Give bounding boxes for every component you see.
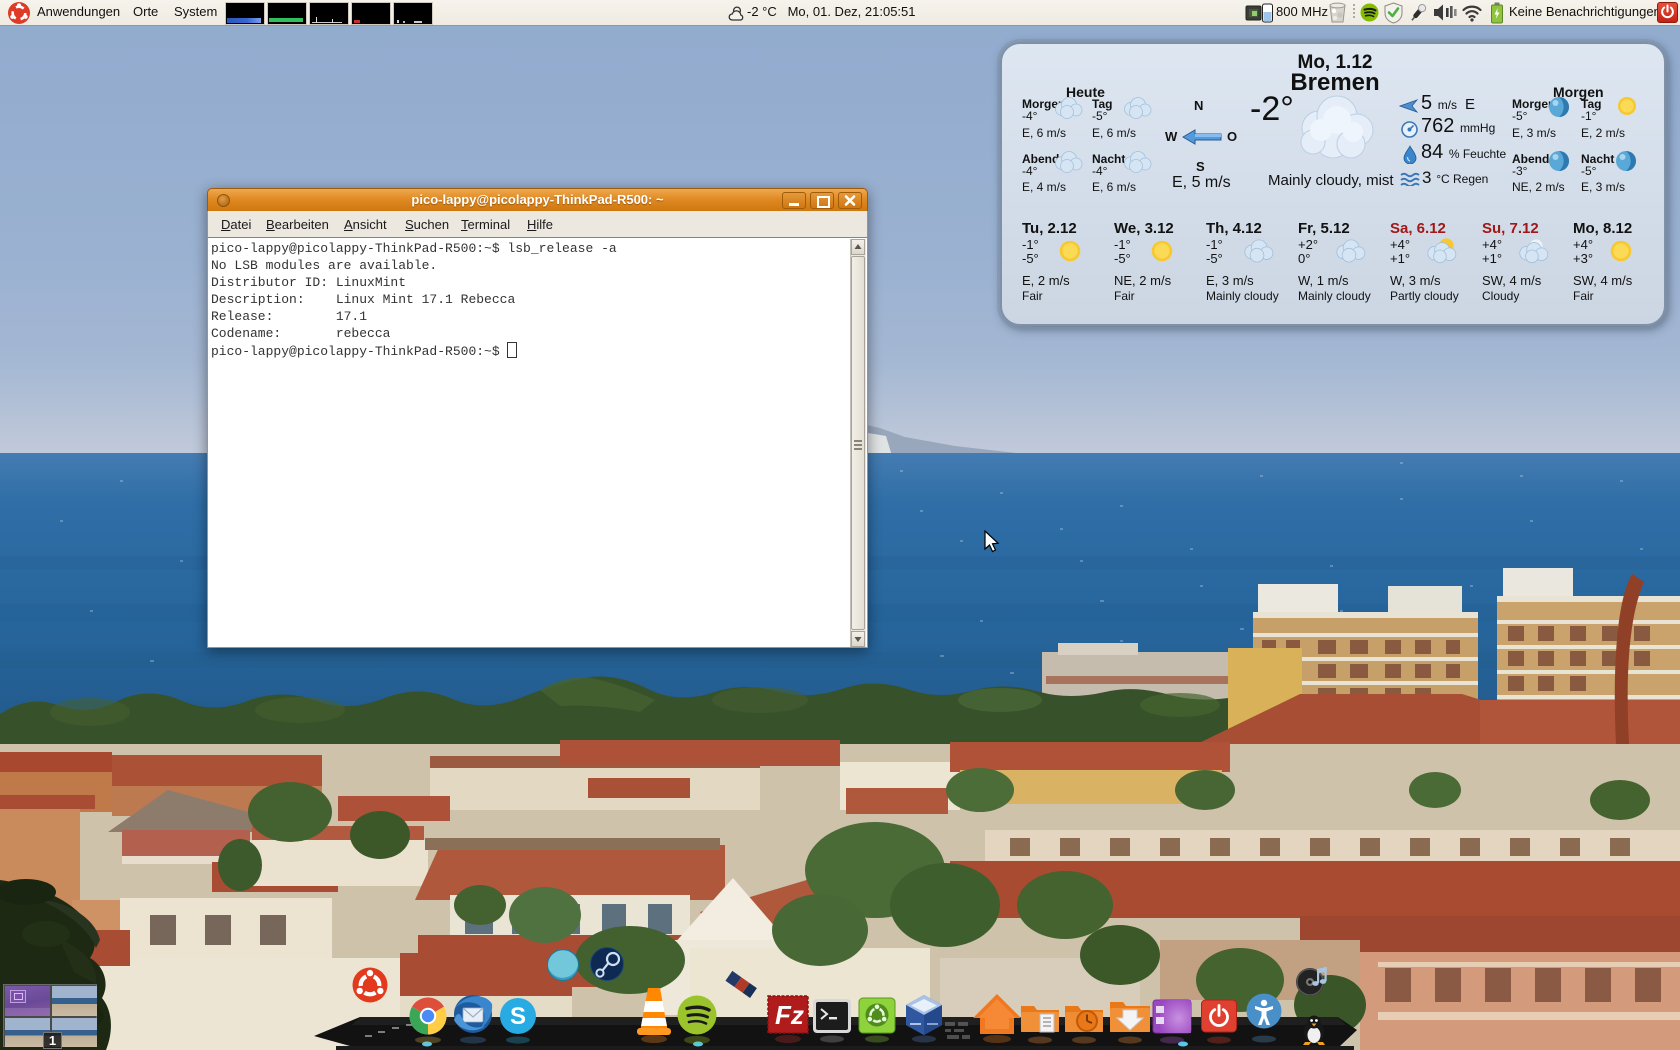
svg-text:Fz: Fz [775,1000,804,1030]
svg-text:S: S [510,1003,526,1030]
